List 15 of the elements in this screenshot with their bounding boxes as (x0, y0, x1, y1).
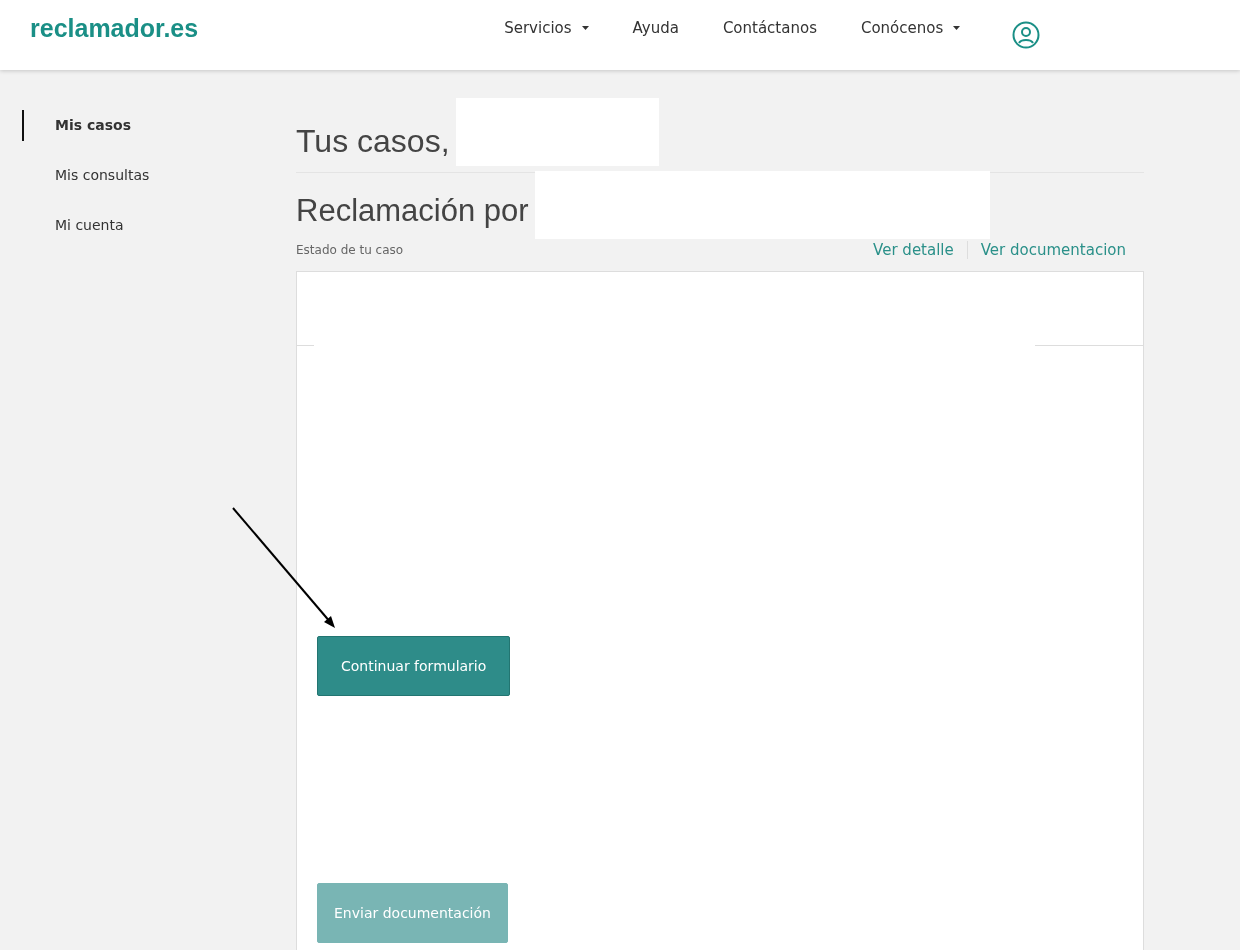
sidebar-item[interactable]: Mi cuenta (22, 210, 296, 241)
claim-title: Reclamación por (296, 193, 529, 229)
nav-link[interactable]: Conócenos (860, 19, 961, 37)
sidebar-item[interactable]: Mis consultas (22, 160, 296, 191)
logo[interactable]: reclamador.es (30, 14, 199, 43)
link[interactable]: Ver documentacion (980, 241, 1126, 259)
nav-link[interactable]: Servicios (504, 19, 589, 37)
sidebar-item[interactable]: Mis casos (22, 110, 296, 141)
user-icon[interactable] (1012, 21, 1041, 49)
status-label: Estado de tu caso (296, 243, 404, 257)
nav-link[interactable]: Ayuda (632, 19, 679, 37)
link[interactable]: Ver detalle (873, 241, 954, 259)
nav-link[interactable]: Contáctanos (722, 19, 817, 37)
page-title: Tus casos, (296, 123, 450, 160)
action-button[interactable]: Continuar formulario (317, 636, 511, 696)
